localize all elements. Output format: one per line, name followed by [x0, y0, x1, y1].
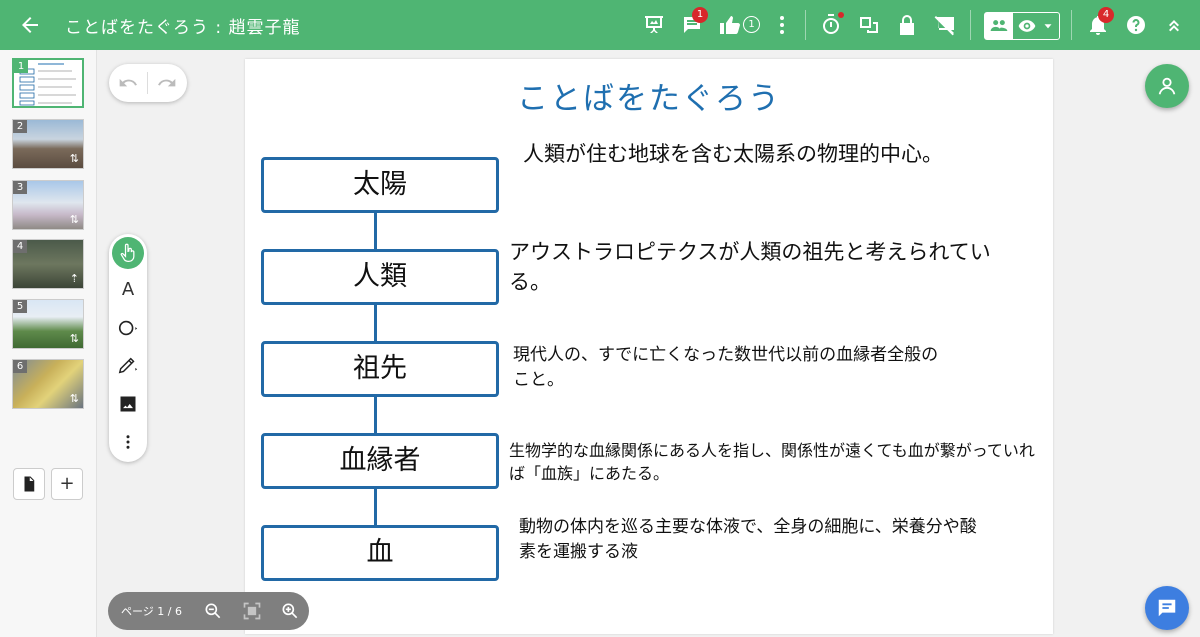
page-zoom-bar: ページ 1 / 6 — [108, 592, 309, 630]
comment-badge: 1 — [692, 7, 708, 23]
term-box[interactable]: 血 — [261, 525, 499, 581]
lock-icon[interactable] — [895, 13, 919, 37]
chat-button[interactable] — [1145, 586, 1189, 630]
slide-number: 4 — [13, 240, 27, 253]
page-indicator: ページ 1 / 6 — [121, 605, 182, 618]
slide-thumbnail[interactable]: 2 ⇅ — [12, 119, 84, 169]
slide-title: ことばをたぐろう — [517, 81, 781, 117]
zoom-out-icon[interactable] — [203, 601, 223, 621]
slide-number: 5 — [13, 300, 27, 313]
add-slide-button[interactable]: + — [51, 468, 83, 500]
undo-icon[interactable] — [118, 73, 138, 93]
group-mode[interactable] — [985, 13, 1013, 39]
upload-arrow-icon: ⇅ — [69, 213, 79, 226]
screen-share-off-icon[interactable] — [933, 13, 957, 37]
help-icon[interactable] — [1124, 13, 1148, 37]
lesson-title: ことばをたぐろう : 趙雲子龍 — [65, 18, 301, 38]
person-icon — [1158, 77, 1176, 95]
eye-icon[interactable] — [1017, 16, 1037, 36]
redo-icon[interactable] — [157, 73, 177, 93]
upload-arrow-icon: ⇅ — [69, 332, 79, 345]
hand-pointer-icon[interactable] — [112, 237, 144, 269]
upload-arrow-icon: ⇡ — [69, 272, 79, 285]
upload-arrow-icon: ⇅ — [69, 152, 79, 165]
slide-thumbnail[interactable]: 3 ⇅ — [12, 180, 84, 230]
term-description[interactable]: 生物学的な血縁関係にある人を指し、関係性が遠くても血が繋がっていれば「血族」にあ… — [509, 439, 1041, 485]
term-description[interactable]: 人類が住む地球を含む太陽系の物理的中心。 — [523, 139, 963, 169]
toolbar-divider — [970, 10, 971, 40]
term-description[interactable]: 動物の体内を巡る主要な体液で、全身の細胞に、栄養分や酸素を運搬する液 — [519, 515, 979, 564]
student-view-button[interactable] — [1145, 64, 1189, 108]
slide-number: 1 — [14, 60, 28, 73]
term-box[interactable]: 祖先 — [261, 341, 499, 397]
undo-redo-group — [109, 64, 187, 102]
term-description[interactable]: 現代人の、すでに亡くなった数世代以前の血縁者全般のこと。 — [513, 343, 953, 392]
term-box[interactable]: 太陽 — [261, 157, 499, 213]
slide-thumbnail[interactable]: 6 ⇅ — [12, 359, 84, 409]
slide-thumbnail[interactable]: 4 ⇡ — [12, 239, 84, 289]
image-tool-icon[interactable] — [112, 388, 144, 420]
slide-thumbnail[interactable]: 1 — [12, 58, 84, 108]
connector-line — [374, 304, 377, 344]
people-icon — [990, 20, 1008, 31]
more-tools-icon[interactable] — [112, 426, 144, 458]
thumbs-up-icon[interactable] — [718, 13, 742, 37]
slide-thumbnail-sidebar: 1 2 ⇅ 3 ⇅ 4 ⇡ 5 ⇅ 6 ⇅ + — [0, 50, 97, 637]
view-mode-toggle[interactable] — [984, 12, 1060, 40]
pen-tool-icon[interactable] — [112, 350, 144, 382]
back-arrow-icon[interactable] — [18, 13, 42, 37]
term-box[interactable]: 血縁者 — [261, 433, 499, 489]
drawing-tool-palette: A — [109, 234, 147, 462]
timer-dot — [838, 12, 844, 18]
fit-screen-icon[interactable] — [242, 601, 262, 621]
text-tool-icon[interactable]: A — [112, 274, 144, 306]
connector-line — [374, 488, 377, 528]
term-box[interactable]: 人類 — [261, 249, 499, 305]
notification-badge: 4 — [1098, 7, 1114, 23]
collapse-icon[interactable] — [1162, 13, 1186, 37]
zoom-in-icon[interactable] — [280, 601, 300, 621]
like-count: 1 — [743, 16, 760, 33]
upload-arrow-icon: ⇅ — [69, 392, 79, 405]
chat-icon — [1158, 599, 1176, 617]
term-description[interactable]: アウストラロピテクスが人類の祖先と考えられている。 — [509, 237, 1031, 298]
connector-line — [374, 396, 377, 436]
answer-mask-icon[interactable] — [857, 13, 881, 37]
slide-number: 3 — [13, 181, 27, 194]
toolbar-divider — [805, 10, 806, 40]
toolbar-divider — [1071, 10, 1072, 40]
slide-thumbnail[interactable]: 5 ⇅ — [12, 299, 84, 349]
add-page-icon[interactable] — [13, 468, 45, 500]
dropdown-caret-icon[interactable] — [1041, 19, 1055, 33]
slide-number: 2 — [13, 120, 27, 133]
more-vertical-icon[interactable] — [770, 13, 794, 37]
presentation-icon[interactable] — [642, 13, 666, 37]
top-app-bar: ことばをたぐろう : 趙雲子龍 1 1 4 — [0, 0, 1200, 50]
slide-number: 6 — [13, 360, 27, 373]
slide-canvas[interactable]: ことばをたぐろう 太陽 人類 祖先 血縁者 血 人類が住む地球を含む太陽系の物理… — [245, 59, 1053, 634]
shape-tool-icon[interactable] — [112, 312, 144, 344]
connector-line — [374, 212, 377, 252]
